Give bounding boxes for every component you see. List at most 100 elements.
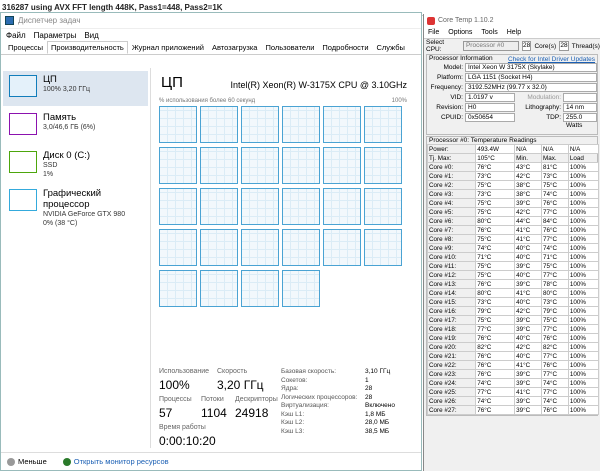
temp-title: Processor #0: Temperature Readings — [427, 137, 597, 144]
core-min: 40°C — [514, 351, 542, 361]
resource-memory[interactable]: Память 3,0/46,6 ГБ (6%) — [3, 109, 148, 144]
core-label: Core #27: — [426, 405, 477, 415]
core-temp: 82°C — [475, 342, 516, 352]
menu-options[interactable]: Параметры — [34, 31, 77, 40]
core-max: 79°C — [541, 306, 569, 316]
cpuid-value: 0x50654 — [465, 113, 515, 122]
tab-services[interactable]: Службы — [373, 41, 409, 54]
core-max: 75°C — [541, 315, 569, 325]
core-load: 100% — [567, 252, 600, 262]
tab-processes[interactable]: Процессы — [4, 41, 47, 54]
tm-title: Диспетчер задач — [18, 16, 81, 25]
core-temp: 75°C — [475, 315, 516, 325]
core-load: 100% — [567, 207, 600, 217]
core-min: 44°C — [514, 216, 542, 226]
usage-value: 100% — [159, 378, 190, 392]
core-temp-row: Core #10: 71°C 40°C 71°C 100% — [426, 252, 600, 262]
core-temp: 80°C — [475, 288, 516, 298]
core-min: 39°C — [514, 198, 542, 208]
max-header: Max. — [541, 153, 569, 163]
core-graph — [282, 188, 320, 225]
core-min: 39°C — [514, 405, 542, 415]
core-max: 74°C — [541, 396, 569, 406]
ct-menu-tools[interactable]: Tools — [481, 29, 497, 36]
core-min: 40°C — [514, 252, 542, 262]
fewer-details-button[interactable]: Меньше — [7, 457, 47, 466]
core-max: 76°C — [541, 360, 569, 370]
resource-sub: 0% (38 °C) — [43, 220, 78, 227]
task-manager-window: Диспетчер задач Файл Параметры Вид Проце… — [0, 12, 422, 471]
tm-menubar: Файл Параметры Вид — [1, 29, 421, 41]
core-label: Core #3: — [426, 189, 477, 199]
ct-menu-file[interactable]: File — [428, 29, 439, 36]
core-label: Core #11: — [426, 261, 477, 271]
tab-users[interactable]: Пользователи — [261, 41, 318, 54]
core-load: 100% — [567, 162, 600, 172]
open-resource-monitor-link[interactable]: Открыть монитор ресурсов — [62, 457, 169, 466]
core-temp-row: Core #26: 74°C 39°C 74°C 100% — [426, 396, 600, 406]
tm-footer: Меньше Открыть монитор ресурсов — [1, 452, 421, 470]
tdp-value: 255.0 Watts — [563, 113, 597, 129]
resource-name: Графический процессор — [43, 188, 102, 210]
ct-menu-help[interactable]: Help — [507, 29, 521, 36]
detail-value: 28 — [365, 393, 373, 401]
core-max: 81°C — [541, 162, 569, 172]
core-load: 100% — [567, 369, 600, 379]
menu-view[interactable]: Вид — [84, 31, 98, 40]
core-temp-row: Core #5: 75°C 42°C 77°C 100% — [426, 207, 600, 217]
tjmax-label: Tj. Max: — [426, 153, 477, 163]
tab-app-history[interactable]: Журнал приложений — [128, 41, 208, 54]
core-max: 80°C — [541, 288, 569, 298]
core-min: 43°C — [514, 162, 542, 172]
core-max: 76°C — [541, 405, 569, 415]
core-label: Core #25: — [426, 387, 477, 397]
resource-gpu[interactable]: Графический процессор NVIDIA GeForce GTX… — [3, 185, 148, 227]
core-temp-row: Core #21: 76°C 40°C 77°C 100% — [426, 351, 600, 361]
core-load: 100% — [567, 225, 600, 235]
detail-label: Кэш L3: — [281, 427, 305, 435]
core-load: 100% — [567, 216, 600, 226]
core-graph — [364, 188, 402, 225]
core-temp: 76°C — [475, 162, 516, 172]
core-load: 100% — [567, 270, 600, 280]
core-label: Core #15: — [426, 297, 477, 307]
threads-value: 1104 — [201, 406, 227, 420]
core-graph — [323, 188, 361, 225]
tab-performance[interactable]: Производительность — [47, 41, 128, 54]
util-label: % использования более 60 секунд — [159, 98, 256, 104]
core-temp: 76°C — [475, 225, 516, 235]
detail-label: Базовая скорость: — [281, 368, 337, 375]
core-temp: 76°C — [475, 279, 516, 289]
detail-label: Ядра: — [281, 385, 299, 392]
core-temp-row: Core #14: 80°C 41°C 80°C 100% — [426, 288, 600, 298]
core-temp-row: Core #24: 74°C 39°C 74°C 100% — [426, 378, 600, 388]
menu-file[interactable]: Файл — [6, 31, 26, 40]
platform-label: Platform: — [436, 74, 463, 81]
core-label: Core #23: — [426, 369, 477, 379]
ct-menu-options[interactable]: Options — [448, 29, 472, 36]
resource-sub: 3,0/46,6 ГБ (6%) — [43, 124, 96, 131]
tab-details[interactable]: Подробности — [318, 41, 372, 54]
detail-value: Включено — [365, 402, 395, 409]
tab-startup[interactable]: Автозагрузка — [208, 41, 262, 54]
detail-label: Виртуализация: — [281, 402, 329, 409]
resource-cpu[interactable]: ЦП 100% 3,20 ГГц — [3, 71, 148, 106]
core-label: Core #21: — [426, 351, 477, 361]
core-max: 74°C — [541, 378, 569, 388]
core-temp-row: Core #7: 76°C 41°C 76°C 100% — [426, 225, 600, 235]
resource-disk[interactable]: Диск 0 (C:) SSD 1% — [3, 147, 148, 182]
core-temp: 74°C — [475, 396, 516, 406]
core-load: 100% — [567, 405, 600, 415]
vid-label: VID: — [450, 94, 463, 101]
ct-titlebar[interactable]: Core Temp 1.10.2 — [424, 14, 600, 27]
header-row: Tj. Max: 105°C Min. Max. Load — [426, 153, 600, 163]
frequency-label: Frequency: — [430, 84, 463, 91]
tm-titlebar[interactable]: Диспетчер задач — [1, 13, 421, 29]
core-graph — [200, 147, 238, 184]
core-label: Core #26: — [426, 396, 477, 406]
detail-value: 1 — [365, 376, 369, 384]
detail-label: Сокетов: — [281, 376, 308, 384]
core-temp: 71°C — [475, 252, 516, 262]
cpu-select-dropdown[interactable]: Processor #0 — [462, 41, 519, 51]
core-temp-row: Core #2: 75°C 38°C 75°C 100% — [426, 180, 600, 190]
